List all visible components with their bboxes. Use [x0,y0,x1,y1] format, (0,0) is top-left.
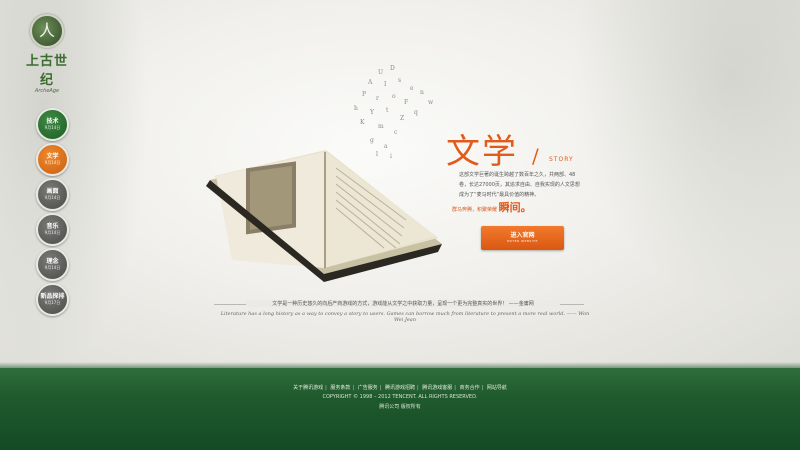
svg-text:e: e [410,85,414,92]
svg-text:q: q [414,109,418,116]
nav-date: 9月17日 [44,300,61,305]
tagline-emphasis: 瞬间。 [498,201,532,214]
svg-text:I: I [384,81,387,88]
nav-date: 9月14日 [44,265,61,270]
svg-text:Z: Z [400,115,404,122]
open-book-illustration [206,148,444,282]
section-title: 文学 [446,132,518,172]
svg-text:w: w [428,99,434,106]
enter-button-sublabel: ENTER WEBSITE [507,239,538,243]
nav-date: 9月14日 [44,160,61,165]
copyright-text: COPYRIGHT © 1998 – 2012 TENCENT. ALL RIG… [322,394,478,400]
nav-date: 9月14日 [44,125,61,130]
tagline-prefix: 群马奔腾，积聚荣耀 [452,207,498,213]
section-title-en: STORY [549,156,574,163]
svg-text:r: r [376,95,379,102]
nav-label: 理念 [46,258,59,265]
svg-text:t: t [386,107,389,114]
title-slash: / [532,144,539,168]
nav-item-philosophy[interactable]: 理念 9月14日 [36,248,69,281]
side-nav: 技术 9月14日 文学 9月14日 画面 9月14日 音乐 9月14日 理念 9… [36,108,69,318]
nav-label: 新品探排 [40,293,65,300]
nav-date: 9月14日 [44,195,61,200]
site-logo[interactable]: 人 上古世纪 ArcheAge [22,14,72,94]
nav-item-tech[interactable]: 技术 9月14日 [36,108,69,141]
footer-link-terms[interactable]: 服务条款 [330,385,350,391]
svg-text:m: m [378,123,384,130]
company-text: 腾讯公司 版权所有 [379,404,421,410]
nav-label: 音乐 [46,223,59,230]
svg-text:F: F [404,99,408,106]
footer-links: 关于腾讯游戏 | 服务条款 | 广告服务 | 腾讯游戏招聘 | 腾讯游戏客服 | 商务合作… [293,385,507,391]
svg-text:A: A [367,79,373,86]
svg-text:o: o [392,93,396,100]
logo-name: 上古世纪 [25,54,68,88]
nav-item-literature[interactable]: 文学 9月14日 [36,143,69,176]
svg-text:h: h [354,105,358,112]
quote-english: Literature has a long history as a way t… [220,311,590,323]
footer-link-jobs[interactable]: 腾讯游戏招聘 [385,385,415,391]
svg-text:U: U [378,69,383,76]
enter-website-button[interactable]: 进入官网 ENTER WEBSITE [481,226,564,250]
nav-label: 文学 [46,153,59,160]
background-sketch-right [570,0,800,300]
nav-item-visuals[interactable]: 画面 9月14日 [36,178,69,211]
svg-text:g: g [370,137,374,144]
svg-text:n: n [420,89,424,96]
svg-text:K: K [360,119,365,126]
nav-date: 9月14日 [44,230,61,235]
nav-label: 技术 [46,118,59,125]
svg-text:Y: Y [369,109,375,116]
nav-item-new-product[interactable]: 新品探排 9月17日 [36,283,69,316]
footer-link-support[interactable]: 腾讯游戏客服 [422,385,452,391]
svg-text:D: D [390,65,395,72]
logo-emblem-icon: 人 [30,14,64,48]
quote-chinese: 文学是一种历史悠久的向后产商游戏的方式，游戏能从文学之中获取力量，呈现一个更为完… [246,300,560,307]
svg-text:c: c [394,129,398,136]
nav-item-music[interactable]: 音乐 9月14日 [36,213,69,246]
footer-link-ads[interactable]: 广告服务 [358,385,378,391]
logo-subtitle: ArcheAge [34,88,60,94]
enter-button-label: 进入官网 [510,232,535,239]
svg-text:P: P [362,91,366,98]
footer-link-sitemap[interactable]: 网站导航 [487,385,507,391]
footer-link-business[interactable]: 商务合作 [460,385,480,391]
tagline: 群马奔腾，积聚荣耀 瞬间。 [452,199,532,215]
svg-text:s: s [398,77,401,84]
footer-link-about[interactable]: 关于腾讯游戏 [293,385,323,391]
section-description: 这部文学巨著的诞生跨越了数百年之久，共两部、48卷，长达27000页，其追求自由… [459,172,580,198]
nav-label: 画面 [46,188,59,195]
